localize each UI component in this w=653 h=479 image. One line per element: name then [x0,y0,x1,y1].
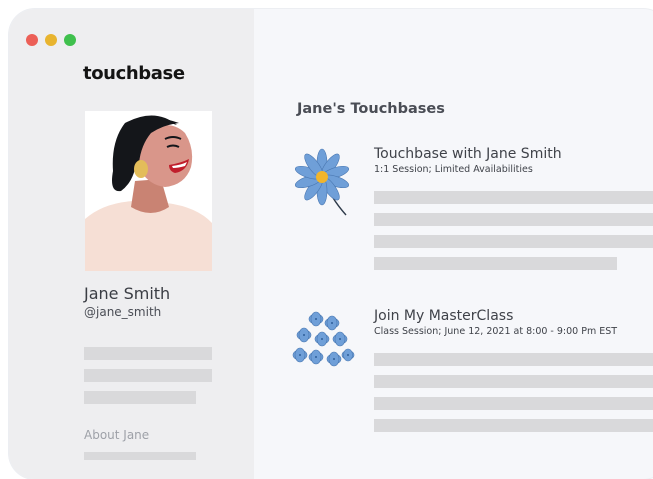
app-window: touchbase Jane Smith @jane_smith About J… [9,9,653,479]
sidebar: touchbase Jane Smith @jane_smith About J… [9,9,254,479]
avatar [85,111,212,271]
card-line-placeholder [374,353,653,366]
about-section-label: About Jane [84,428,150,442]
profile-handle: @jane_smith [84,305,162,319]
card-line-placeholder [374,375,653,388]
close-window-button[interactable] [26,34,38,46]
maximize-window-button[interactable] [64,34,76,46]
about-line-placeholder [84,452,196,460]
card-line-placeholder [374,257,617,270]
minimize-window-button[interactable] [45,34,57,46]
bio-line-placeholder [84,369,212,382]
page-title: Jane's Touchbases [297,101,445,117]
blue-hydrangea-icon [290,305,360,383]
bio-line-placeholder [84,347,212,360]
touchbase-card-subtitle: 1:1 Session; Limited Availabilities [374,164,533,175]
touchbase-card-title[interactable]: Touchbase with Jane Smith [374,146,562,162]
card-line-placeholder [374,419,653,432]
masterclass-card-subtitle: Class Session; June 12, 2021 at 8:00 - 9… [374,326,618,337]
profile-name: Jane Smith [84,284,171,303]
card-line-placeholder [374,191,653,204]
card-line-placeholder [374,235,653,248]
blue-daisy-icon [294,147,354,223]
card-line-placeholder [374,397,653,410]
woman-portrait-icon [85,115,212,271]
masterclass-card-title[interactable]: Join My MasterClass [374,308,513,324]
brand-logo[interactable]: touchbase [83,63,185,84]
card-line-placeholder [374,213,653,226]
bio-line-placeholder [84,391,196,404]
